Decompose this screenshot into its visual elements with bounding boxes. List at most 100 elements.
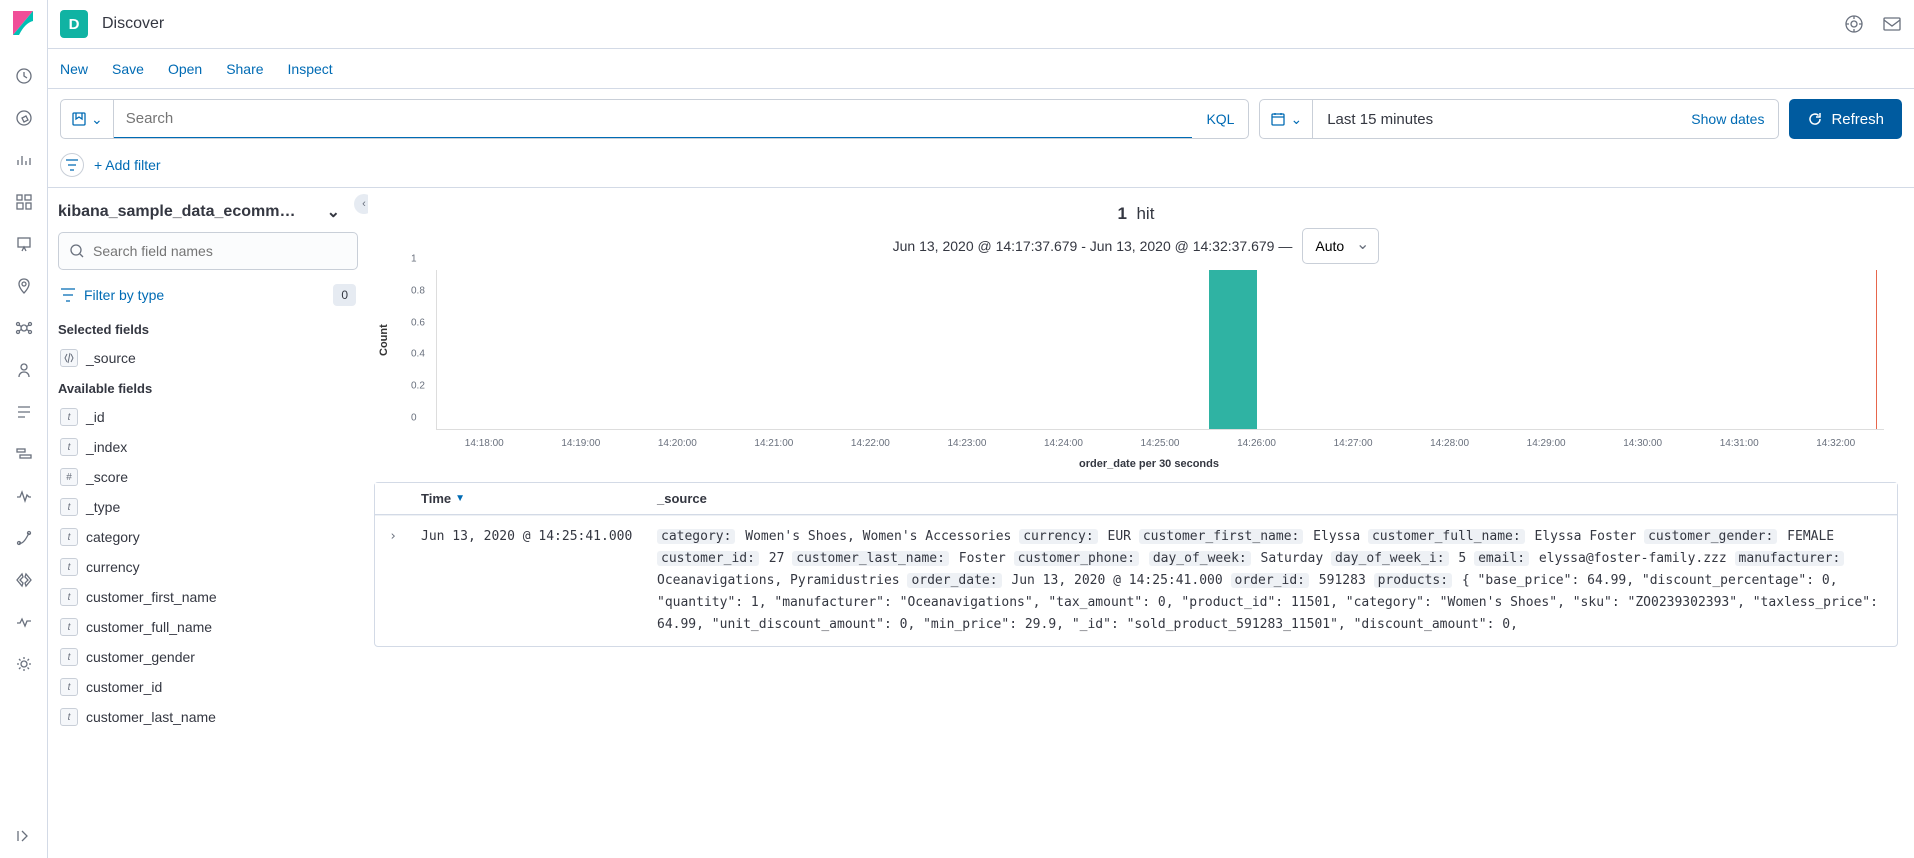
- field-item[interactable]: t_type: [58, 492, 358, 522]
- source-key: day_of_week:: [1149, 551, 1251, 566]
- source-key: order_date:: [907, 573, 1001, 588]
- date-quick-button[interactable]: ⌄: [1260, 100, 1313, 138]
- help-icon[interactable]: [1844, 14, 1864, 34]
- nav-recent-icon[interactable]: [14, 66, 34, 86]
- nav-maps-icon[interactable]: [14, 276, 34, 296]
- filter-bar: + Add filter: [48, 149, 1914, 188]
- kql-toggle[interactable]: KQL: [1192, 100, 1248, 138]
- index-pattern-select[interactable]: kibana_sample_data_ecomm… ⌄: [58, 202, 358, 222]
- col-time[interactable]: Time▼: [411, 483, 647, 514]
- results-panel: 1 hit Jun 13, 2020 @ 14:17:37.679 - Jun …: [368, 188, 1914, 858]
- menu-open[interactable]: Open: [168, 61, 202, 77]
- docs-table: Time▼ _source › Jun 13, 2020 @ 14:25:41.…: [374, 482, 1898, 647]
- field-item[interactable]: tcustomer_gender: [58, 642, 358, 672]
- filter-by-type[interactable]: Filter by type 0: [58, 278, 358, 312]
- collapse-sidebar-icon[interactable]: ‹: [354, 194, 368, 214]
- nav-visualize-icon[interactable]: [14, 150, 34, 170]
- nav-uptime-icon[interactable]: [14, 486, 34, 506]
- refresh-button[interactable]: Refresh: [1789, 99, 1902, 139]
- field-item[interactable]: _source: [58, 343, 358, 373]
- chart-bar[interactable]: [1209, 270, 1257, 429]
- nav-apm-icon[interactable]: [14, 444, 34, 464]
- nav-metrics-icon[interactable]: [14, 360, 34, 380]
- col-source[interactable]: _source: [647, 483, 1897, 514]
- field-type-icon: t: [60, 558, 78, 576]
- source-key: customer_id:: [657, 551, 759, 566]
- interval-select[interactable]: Auto: [1302, 228, 1379, 264]
- nav-ml-icon[interactable]: [14, 318, 34, 338]
- top-menu: New Save Open Share Inspect: [48, 49, 1914, 89]
- filter-options-icon[interactable]: [60, 153, 84, 177]
- nav-management-icon[interactable]: [14, 654, 34, 674]
- cell-time: Jun 13, 2020 @ 14:25:41.000: [411, 516, 647, 646]
- show-dates-link[interactable]: Show dates: [1677, 100, 1778, 138]
- refresh-label: Refresh: [1831, 111, 1884, 128]
- newsfeed-icon[interactable]: [1882, 14, 1902, 34]
- nav-collapse-icon[interactable]: [14, 826, 34, 846]
- now-marker: [1876, 270, 1877, 429]
- nav-dev-icon[interactable]: [14, 570, 34, 590]
- field-search-input[interactable]: [93, 243, 347, 259]
- source-key: customer_phone:: [1014, 551, 1139, 566]
- menu-new[interactable]: New: [60, 61, 88, 77]
- field-item[interactable]: #_score: [58, 462, 358, 492]
- field-item[interactable]: tcustomer_full_name: [58, 612, 358, 642]
- field-name: currency: [86, 559, 140, 575]
- field-item[interactable]: t currency: [58, 552, 358, 582]
- field-name: _source: [86, 350, 136, 366]
- chevron-down-icon: ⌄: [91, 111, 103, 128]
- field-type-icon: [60, 349, 78, 367]
- time-range-text: Jun 13, 2020 @ 14:17:37.679 - Jun 13, 20…: [893, 238, 1293, 254]
- fields-sidebar: ‹ kibana_sample_data_ecomm… ⌄ Filter by …: [48, 188, 368, 858]
- topbar: D Discover: [48, 0, 1914, 49]
- field-type-icon: t: [60, 408, 78, 426]
- app-badge: D: [60, 10, 88, 38]
- kibana-logo[interactable]: [0, 0, 48, 48]
- field-name: _type: [86, 499, 120, 515]
- search-icon: [69, 243, 85, 259]
- chart-xlabel: order_date per 30 seconds: [408, 458, 1890, 470]
- field-item[interactable]: tcustomer_id: [58, 672, 358, 702]
- nav-rail: [0, 0, 48, 858]
- nav-dashboard-icon[interactable]: [14, 192, 34, 212]
- histogram-chart[interactable]: Count 00.20.40.60.81 14:18:0014:19:0014:…: [408, 270, 1890, 470]
- cell-source: category: Women's Shoes, Women's Accesso…: [647, 516, 1897, 646]
- source-key: manufacturer:: [1735, 551, 1845, 566]
- nav-monitoring-icon[interactable]: [14, 612, 34, 632]
- nav-logs-icon[interactable]: [14, 402, 34, 422]
- field-name: category: [86, 529, 140, 545]
- menu-inspect[interactable]: Inspect: [288, 61, 333, 77]
- source-key: category:: [657, 529, 735, 544]
- chevron-down-icon: ⌄: [1290, 111, 1302, 128]
- index-pattern-name: kibana_sample_data_ecomm…: [58, 203, 295, 221]
- field-type-icon: t: [60, 648, 78, 666]
- source-key: products:: [1374, 573, 1452, 588]
- available-fields-label: Available fields: [58, 381, 358, 396]
- date-range-text[interactable]: Last 15 minutes: [1313, 100, 1677, 138]
- saved-queries-button[interactable]: ⌄: [61, 100, 114, 138]
- field-item[interactable]: tcategory: [58, 522, 358, 552]
- field-item[interactable]: tcustomer_first_name: [58, 582, 358, 612]
- field-name: _score: [86, 469, 128, 485]
- nav-canvas-icon[interactable]: [14, 234, 34, 254]
- field-item[interactable]: t_index: [58, 432, 358, 462]
- source-key: customer_full_name:: [1368, 529, 1525, 544]
- menu-save[interactable]: Save: [112, 61, 144, 77]
- source-key: customer_first_name:: [1139, 529, 1304, 544]
- source-key: order_id:: [1231, 573, 1309, 588]
- field-item[interactable]: tcustomer_last_name: [58, 702, 358, 732]
- nav-siem-icon[interactable]: [14, 528, 34, 548]
- app-title: Discover: [102, 15, 164, 33]
- search-input[interactable]: [114, 100, 1193, 139]
- field-type-icon: t: [60, 678, 78, 696]
- source-key: day_of_week_i:: [1331, 551, 1449, 566]
- field-name: _index: [86, 439, 127, 455]
- field-search[interactable]: [58, 232, 358, 270]
- nav-discover-icon[interactable]: [14, 108, 34, 128]
- field-item[interactable]: t_id: [58, 402, 358, 432]
- menu-share[interactable]: Share: [226, 61, 263, 77]
- filter-count-badge: 0: [333, 284, 356, 306]
- expand-row-icon[interactable]: ›: [375, 516, 411, 646]
- add-filter-link[interactable]: + Add filter: [94, 157, 161, 173]
- chart-ylabel: Count: [378, 324, 390, 356]
